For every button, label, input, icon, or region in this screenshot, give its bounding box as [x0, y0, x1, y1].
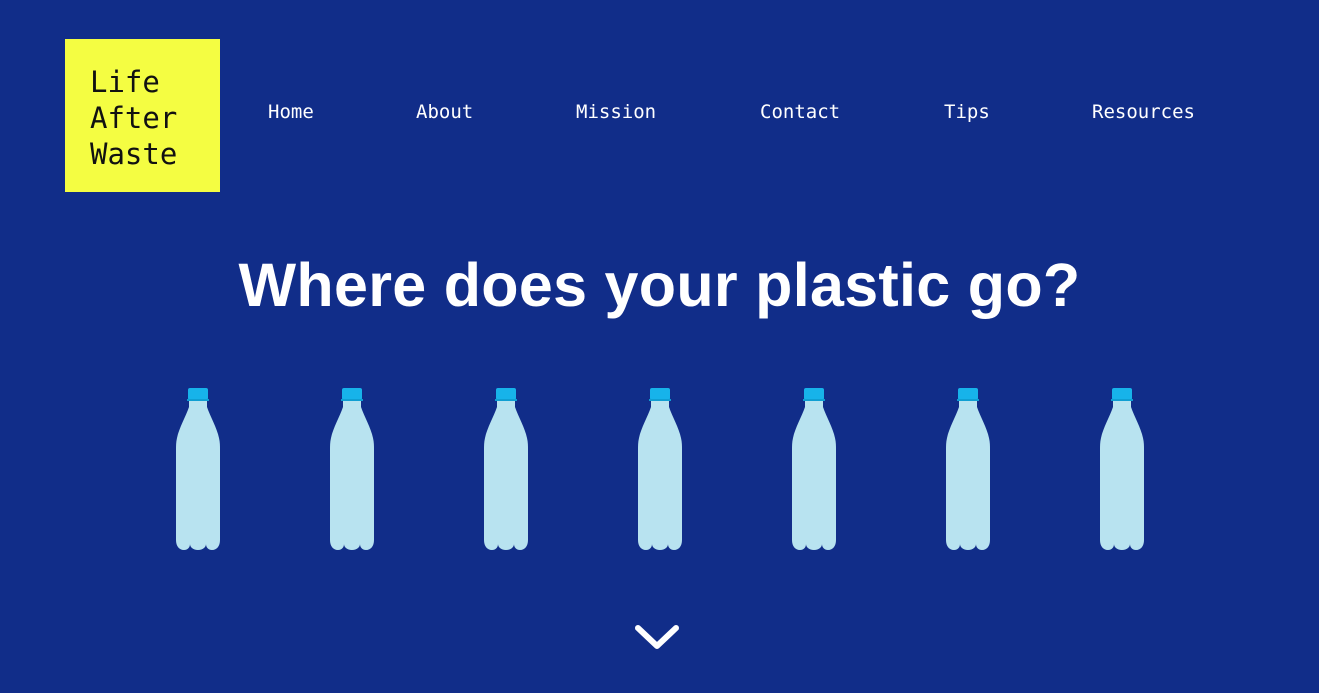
- nav-about-link[interactable]: About: [416, 99, 473, 125]
- plastic-bottle-icon: [792, 388, 836, 550]
- bottle-row: [0, 386, 1319, 552]
- plastic-bottle-icon: [638, 388, 682, 550]
- nav-contact-link[interactable]: Contact: [760, 99, 840, 125]
- chevron-down-icon[interactable]: [632, 620, 682, 654]
- plastic-bottle-icon: [176, 388, 220, 550]
- nav-mission-link[interactable]: Mission: [576, 99, 656, 125]
- main-nav: Home About Mission Contact Tips Resource…: [0, 99, 1319, 125]
- plastic-bottle-icon: [484, 388, 528, 550]
- hero-headline: Where does your plastic go?: [238, 251, 1081, 319]
- nav-home-link[interactable]: Home: [268, 99, 314, 125]
- logo-line-waste: Waste: [90, 137, 178, 171]
- plastic-bottle-icon: [946, 388, 990, 550]
- nav-resources-link[interactable]: Resources: [1092, 99, 1195, 125]
- plastic-bottle-icon: [1100, 388, 1144, 550]
- plastic-bottle-icon: [330, 388, 374, 550]
- nav-tips-link[interactable]: Tips: [944, 99, 990, 125]
- logo-line-life: Life: [90, 65, 160, 99]
